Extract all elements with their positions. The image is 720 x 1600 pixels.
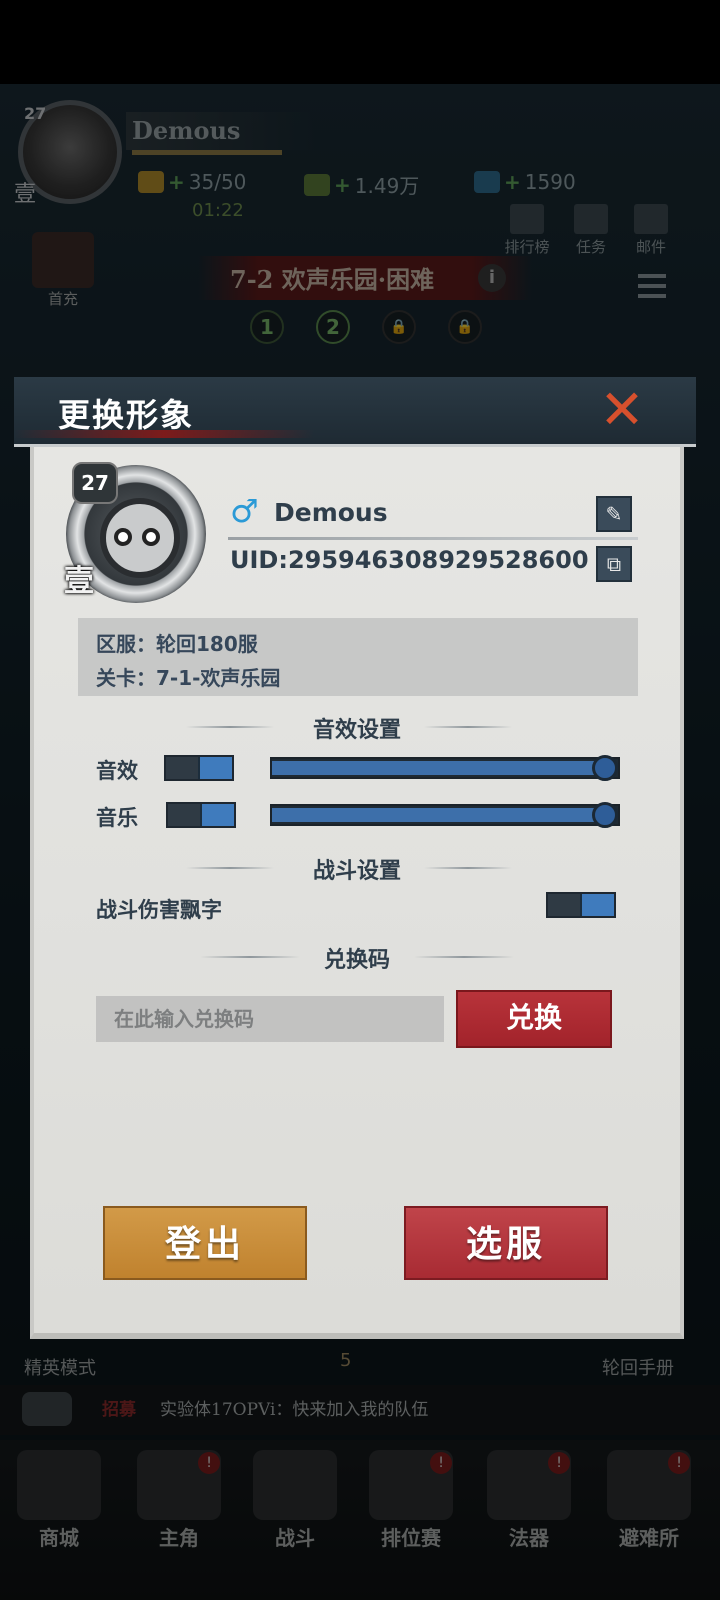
avatar-rank: 壹 <box>64 564 94 599</box>
avatar-face <box>100 498 180 578</box>
toggle-knob <box>580 894 614 916</box>
close-icon[interactable]: ✕ <box>594 383 650 440</box>
male-icon: ♂ <box>230 492 259 530</box>
edit-icon[interactable]: ✎ <box>596 496 632 532</box>
redeem-section-title: 兑换码 <box>323 948 390 973</box>
divider <box>414 956 514 958</box>
server-label: 区服：轮回180服 <box>96 632 258 656</box>
copy-icon[interactable]: ⧉ <box>596 546 632 582</box>
avatar-eye <box>142 528 160 546</box>
status-bar <box>0 0 720 84</box>
damage-text-label: 战斗伤害飘字 <box>96 898 222 922</box>
toggle-knob <box>198 757 232 779</box>
battle-section-title: 战斗设置 <box>312 859 401 884</box>
logout-button[interactable]: 登出 <box>103 1206 307 1280</box>
slider-thumb[interactable] <box>592 755 618 781</box>
redeem-code-input[interactable] <box>96 996 444 1042</box>
sound-effects-slider[interactable] <box>270 755 620 781</box>
slider-fill <box>272 808 605 822</box>
avatar-eye <box>114 528 132 546</box>
divider <box>228 537 638 540</box>
sound-effects-toggle[interactable] <box>164 755 234 781</box>
slider-fill <box>272 761 605 775</box>
redeem-button[interactable]: 兑换 <box>456 990 612 1048</box>
toggle-knob <box>200 804 234 826</box>
music-slider[interactable] <box>270 802 620 828</box>
avatar-level-badge: 27 <box>72 462 118 504</box>
modal-title: 更换形象 <box>58 396 195 434</box>
music-label: 音乐 <box>96 806 138 830</box>
player-name: Demous <box>274 498 388 527</box>
damage-text-toggle[interactable] <box>546 892 616 918</box>
divider <box>424 726 512 728</box>
player-uid: UID:295946308929528600 <box>230 546 589 574</box>
audio-section-title: 音效设置 <box>312 718 401 743</box>
select-server-button[interactable]: 选服 <box>404 1206 608 1280</box>
sound-effects-label: 音效 <box>96 759 138 783</box>
slider-thumb[interactable] <box>592 802 618 828</box>
divider <box>424 867 512 869</box>
stage-label: 关卡：7-1-欢声乐园 <box>96 666 281 690</box>
music-toggle[interactable] <box>166 802 236 828</box>
